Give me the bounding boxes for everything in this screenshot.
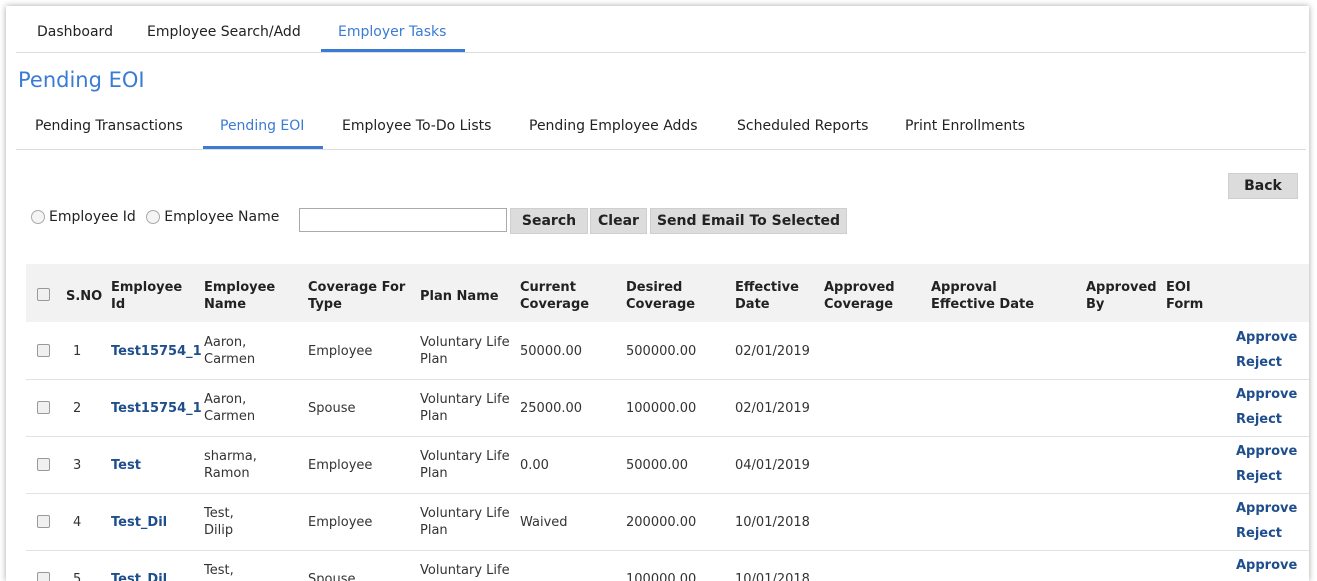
cell-sno: 5 (73, 572, 82, 581)
cell-employee-id[interactable]: Test15754_1 (111, 400, 202, 417)
radio-employee-id[interactable] (31, 210, 45, 224)
row-checkbox[interactable] (37, 401, 50, 414)
search-mode-group: Employee Id Employee Name (31, 209, 285, 235)
table-row: 3 Test sharma, Ramon Employee Voluntary Life… (26, 436, 1309, 494)
cell-plan-name: Voluntary Life Plan (420, 449, 510, 481)
th-effective-date: Effective Date (735, 280, 799, 312)
cell-sno: 3 (73, 458, 82, 473)
th-coverage-type: Coverage For Type (308, 280, 406, 312)
th-plan-name: Plan Name (420, 289, 499, 304)
cell-desired-coverage: 100000.00 (626, 572, 697, 581)
cell-desired-coverage: 100000.00 (626, 401, 697, 416)
search-button[interactable]: Search (510, 208, 588, 234)
table-row: 2 Test15754_1 Aaron, Carmen Spouse Voluntary… (26, 379, 1309, 437)
tab-pending-employee-adds[interactable]: Pending Employee Adds (529, 118, 698, 134)
cell-employee-name: Aaron, Carmen (204, 392, 256, 424)
cell-desired-coverage: 500000.00 (626, 344, 697, 359)
cell-employee-id[interactable]: Test_Dil (111, 571, 167, 581)
reject-link[interactable]: Reject (1236, 469, 1282, 484)
cell-plan-name: Voluntary Life Plan (420, 335, 510, 367)
th-employee-name: Employee Name (204, 280, 276, 312)
nav-active-indicator (321, 49, 465, 52)
table-row: 1 Test15754_1 Aaron, Carmen Employee Volunta… (26, 322, 1309, 380)
cell-desired-coverage: 200000.00 (626, 515, 697, 530)
approve-link[interactable]: Approve (1236, 330, 1297, 345)
approve-link[interactable]: Approve (1236, 501, 1297, 516)
cell-plan-name: Voluntary Life Plan (420, 506, 510, 538)
th-desired-coverage: Desired Coverage (626, 280, 696, 312)
tab-print-enrollments[interactable]: Print Enrollments (905, 118, 1025, 134)
page-title: Pending EOI (18, 68, 145, 92)
approve-link[interactable]: Approve (1236, 558, 1297, 573)
th-approval-effective-date: Approval Effective Date (931, 280, 1035, 312)
cell-effective-date: 10/01/2018 (735, 515, 810, 530)
cell-coverage-type: Spouse (308, 401, 356, 416)
cell-effective-date: 10/01/2018 (735, 572, 810, 581)
sub-nav: Pending Transactions Pending EOI Employe… (16, 110, 1306, 150)
cell-current-coverage: 25000.00 (520, 401, 583, 416)
th-approved-coverage: Approved Coverage (824, 280, 895, 312)
table-row: 5 Test_Dil Test, Dilip Spouse Voluntary Life… (26, 550, 1309, 581)
cell-employee-name: sharma, Ramon (204, 449, 257, 481)
row-checkbox[interactable] (37, 572, 50, 581)
top-nav: Dashboard Employee Search/Add Employer T… (16, 6, 1306, 53)
tab-pending-eoi[interactable]: Pending EOI (220, 118, 304, 134)
search-input[interactable] (299, 208, 507, 232)
radio-employee-id-label: Employee Id (49, 209, 136, 225)
cell-effective-date: 04/01/2019 (735, 458, 810, 473)
radio-employee-name[interactable] (146, 210, 161, 224)
row-checkbox[interactable] (37, 344, 50, 357)
nav-dashboard[interactable]: Dashboard (37, 24, 113, 40)
cell-sno: 1 (73, 344, 82, 359)
cell-coverage-type: Employee (308, 515, 373, 530)
clear-button[interactable]: Clear (590, 208, 647, 234)
row-checkbox[interactable] (37, 515, 50, 528)
tab-active-indicator (203, 146, 323, 149)
cell-coverage-type: Spouse (308, 572, 356, 581)
cell-coverage-type: Employee (308, 344, 373, 359)
tab-employee-todo-lists[interactable]: Employee To-Do Lists (342, 118, 491, 134)
th-approved-by: Approved By (1086, 280, 1157, 312)
send-email-button[interactable]: Send Email To Selected (650, 208, 847, 234)
cell-current-coverage: Waived (520, 515, 568, 530)
nav-employer-tasks[interactable]: Employer Tasks (338, 24, 446, 40)
approve-link[interactable]: Approve (1236, 387, 1297, 402)
cell-desired-coverage: 50000.00 (626, 458, 689, 473)
back-button[interactable]: Back (1228, 173, 1298, 199)
reject-link[interactable]: Reject (1236, 355, 1282, 370)
cell-coverage-type: Employee (308, 458, 373, 473)
cell-current-coverage: 50000.00 (520, 344, 583, 359)
radio-employee-name-label: Employee Name (164, 209, 280, 225)
main-panel: Dashboard Employee Search/Add Employer T… (6, 6, 1309, 581)
cell-employee-id[interactable]: Test (111, 457, 141, 474)
cell-effective-date: 02/01/2019 (735, 344, 810, 359)
cell-sno: 2 (73, 401, 82, 416)
th-sno: S.NO (66, 289, 103, 304)
table-row: 4 Test_Dil Test, Dilip Employee Voluntary Li… (26, 493, 1309, 551)
cell-employee-id[interactable]: Test15754_1 (111, 343, 202, 360)
approve-link[interactable]: Approve (1236, 444, 1297, 459)
cell-sno: 4 (73, 515, 82, 530)
th-employee-id: Employee Id (111, 280, 183, 312)
tab-scheduled-reports[interactable]: Scheduled Reports (737, 118, 868, 134)
row-checkbox[interactable] (37, 458, 50, 471)
reject-link[interactable]: Reject (1236, 412, 1282, 427)
th-eoi-form: EOI Form (1166, 280, 1204, 312)
cell-plan-name: Voluntary Life Plan (420, 563, 510, 581)
select-all-checkbox[interactable] (37, 288, 50, 301)
tab-pending-transactions[interactable]: Pending Transactions (35, 118, 183, 134)
cell-employee-name: Test, Dilip (204, 563, 234, 581)
cell-plan-name: Voluntary Life Plan (420, 392, 510, 424)
cell-employee-name: Aaron, Carmen (204, 335, 256, 367)
nav-employee-search-add[interactable]: Employee Search/Add (147, 24, 301, 40)
th-current-coverage: Current Coverage (520, 280, 590, 312)
reject-link[interactable]: Reject (1236, 526, 1282, 541)
table-header: S.NO Employee Id Employee Name Coverage … (26, 264, 1309, 322)
cell-employee-id[interactable]: Test_Dil (111, 514, 167, 531)
cell-current-coverage: 0.00 (520, 458, 549, 473)
cell-effective-date: 02/01/2019 (735, 401, 810, 416)
cell-employee-name: Test, Dilip (204, 506, 234, 538)
